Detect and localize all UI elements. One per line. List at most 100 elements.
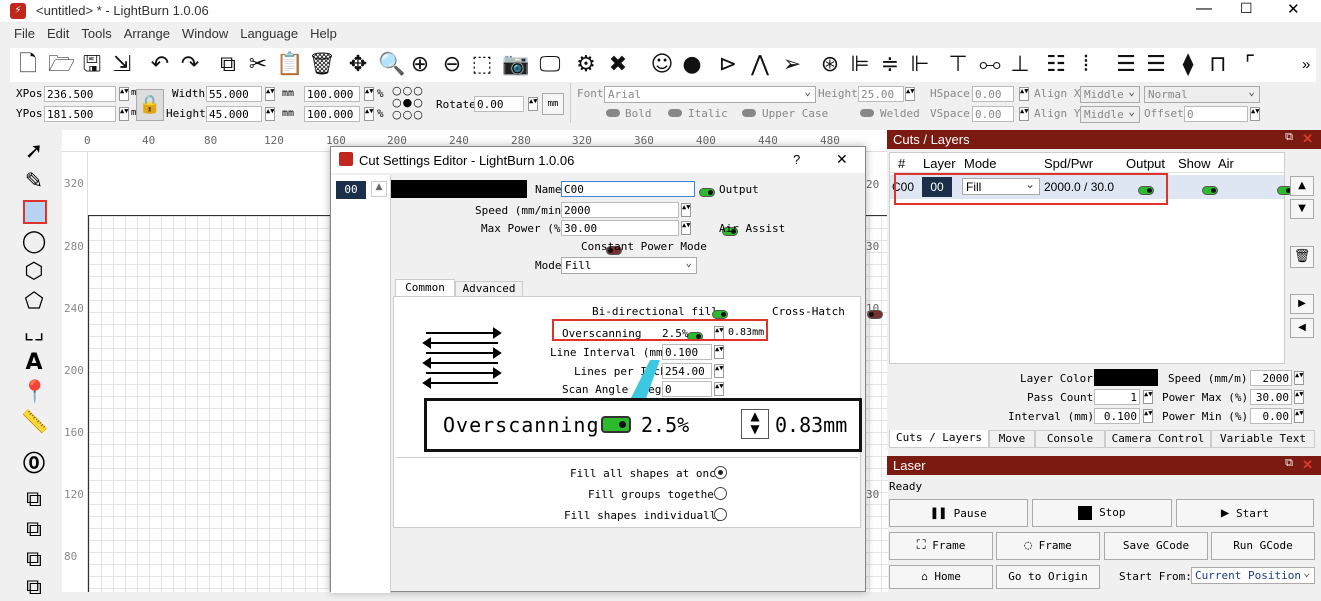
align-right-icon[interactable]: ⊩ — [908, 52, 932, 78]
ypos-input[interactable] — [44, 106, 116, 122]
save-gcode-button[interactable]: Save GCode — [1104, 532, 1208, 560]
rectangle-tool-icon[interactable] — [23, 200, 47, 224]
camera-icon[interactable]: 📷 — [502, 52, 529, 78]
align-center-icon[interactable]: ≑ — [878, 52, 902, 78]
pass-count-input[interactable] — [1094, 389, 1140, 405]
bidirectional-toggle[interactable] — [712, 309, 728, 319]
font-height-input[interactable] — [858, 86, 904, 102]
tab-advanced[interactable]: Advanced — [455, 281, 523, 297]
float-laser-panel-icon[interactable]: ⧉ — [1285, 457, 1293, 470]
select-tool-icon[interactable]: ➚ — [21, 139, 47, 165]
offset-spinner[interactable]: ▲▼ — [1250, 107, 1260, 121]
delete-icon[interactable]: 🗑 — [308, 52, 336, 78]
redo-icon[interactable]: ↷ — [178, 52, 202, 78]
power-min-input[interactable] — [1250, 408, 1292, 424]
align-top-icon[interactable]: ⊤ — [946, 52, 970, 78]
scale-width-input[interactable] — [304, 86, 360, 102]
lines-per-inch-spinner[interactable]: ▲▼ — [714, 364, 724, 378]
close-window-button[interactable]: ✕ — [1287, 0, 1300, 18]
group-icon[interactable]: ☺ — [650, 52, 674, 78]
hspace-spinner[interactable]: ▲▼ — [1019, 87, 1029, 101]
dock-c-icon[interactable]: ⧫ — [1176, 52, 1200, 78]
pause-button[interactable]: ❚❚ Pause — [889, 499, 1028, 527]
menu-help[interactable]: Help — [304, 26, 343, 41]
fill-groups-radio[interactable] — [714, 487, 727, 500]
corner-icon[interactable]: ⌜ — [1238, 52, 1262, 78]
dialog-help-button[interactable]: ? — [793, 152, 800, 167]
dock-d-icon[interactable]: ⊓ — [1206, 52, 1230, 78]
speed-input[interactable] — [561, 202, 679, 218]
go-to-origin-button[interactable]: Go to Origin — [996, 565, 1100, 589]
run-gcode-button[interactable]: Run GCode — [1211, 532, 1315, 560]
font-height-spinner[interactable]: ▲▼ — [905, 87, 915, 101]
line-tool-icon[interactable]: ⬠ — [21, 289, 47, 315]
tab-console[interactable]: Console — [1035, 430, 1105, 448]
lock-aspect-icon[interactable]: 🔒 — [136, 89, 164, 121]
interval-input[interactable] — [1094, 408, 1140, 424]
scan-angle-spinner[interactable]: ▲▼ — [714, 382, 724, 396]
offset-input[interactable] — [1184, 106, 1248, 122]
tab-variable-text[interactable]: Variable Text — [1211, 430, 1315, 448]
close-panel-icon[interactable]: ✕ — [1302, 131, 1313, 147]
hspace-input[interactable] — [972, 86, 1014, 102]
zoom-in-icon[interactable]: ⊕ — [408, 52, 432, 78]
speed-spinner[interactable]: ▲▼ — [681, 203, 691, 217]
tab-camera-control[interactable]: Camera Control — [1105, 430, 1211, 448]
move-layer-down-icon[interactable]: ▼ — [1290, 199, 1314, 219]
interval-spinner[interactable]: ▲▼ — [1143, 409, 1153, 423]
line-interval-input[interactable] — [662, 344, 712, 360]
frame-circle-button[interactable]: ◌ Frame — [996, 532, 1100, 560]
frame-rect-button[interactable]: ⛶ Frame — [889, 532, 993, 560]
align-left-icon[interactable]: ⊫ — [848, 52, 872, 78]
power-min-spinner[interactable]: ▲▼ — [1294, 409, 1304, 423]
panel-speed-input[interactable] — [1250, 370, 1292, 386]
menu-tools[interactable]: Tools — [75, 26, 117, 41]
float-panel-icon[interactable]: ⧉ — [1285, 131, 1293, 144]
menu-language[interactable]: Language — [234, 26, 304, 41]
stop-button[interactable]: Stop — [1032, 499, 1172, 527]
layer-name-input[interactable] — [561, 181, 695, 197]
union-tool-icon[interactable]: ⧉ — [21, 517, 47, 543]
open-folder-icon[interactable]: 🗁 — [48, 52, 75, 78]
dialog-list-scroll-up-icon[interactable]: ▲ — [371, 181, 387, 197]
origin-grid-icon[interactable]: ○○○ ○●○ ○○○ — [392, 85, 432, 123]
alignx-select[interactable]: Middle — [1080, 85, 1140, 103]
uppercase-toggle[interactable] — [742, 109, 756, 117]
height-input[interactable] — [206, 106, 262, 122]
expand-right-icon[interactable]: ▶ — [1290, 294, 1314, 314]
xpos-spinner[interactable]: ▲▼ — [119, 87, 129, 101]
menu-edit[interactable]: Edit — [41, 26, 75, 41]
align-bottom-icon[interactable]: ⊥ — [1008, 52, 1032, 78]
vspace-spinner[interactable]: ▲▼ — [1019, 107, 1029, 121]
undo-icon[interactable]: ↶ — [148, 52, 172, 78]
mode-select[interactable]: Fill — [561, 256, 697, 274]
zoom-frame-icon[interactable]: ⬚ — [470, 52, 494, 78]
xpos-input[interactable] — [44, 86, 116, 102]
layer-color-swatch-panel[interactable] — [1094, 369, 1158, 386]
crosshatch-toggle[interactable] — [866, 309, 883, 319]
target-icon[interactable]: ⊛ — [818, 52, 842, 78]
expand-left-icon[interactable]: ◀ — [1290, 318, 1314, 338]
text-tool-icon[interactable]: A — [21, 350, 47, 376]
polygon-tool-icon[interactable]: ⬡ — [21, 259, 47, 285]
fill-individually-radio[interactable] — [714, 508, 727, 521]
subtract-tool-icon[interactable]: ⧉ — [21, 547, 47, 573]
tab-cuts-layers[interactable]: Cuts / Layers — [889, 430, 989, 448]
ellipse-tool-icon[interactable]: ◯ — [21, 229, 47, 255]
line-interval-spinner[interactable]: ▲▼ — [714, 345, 724, 359]
max-power-spinner[interactable]: ▲▼ — [681, 221, 691, 235]
tab-move[interactable]: Move — [989, 430, 1035, 448]
dock-v-icon[interactable]: ☰ — [1144, 52, 1168, 78]
scale-height-spinner[interactable]: ▲▼ — [364, 107, 374, 121]
tab-common[interactable]: Common — [395, 279, 455, 297]
distribute-h-icon[interactable]: ☷ — [1044, 52, 1068, 78]
welded-toggle[interactable] — [860, 109, 874, 117]
home-button[interactable]: ⌂ Home — [889, 565, 993, 589]
move-icon[interactable]: ✥ — [346, 52, 370, 78]
power-max-spinner[interactable]: ▲▼ — [1294, 390, 1304, 404]
move-layer-up-icon[interactable]: ▲ — [1290, 176, 1314, 196]
bold-toggle[interactable] — [606, 109, 620, 117]
start-from-select[interactable]: Current Position — [1191, 566, 1315, 584]
new-file-icon[interactable]: 🗋 — [16, 52, 40, 78]
frame-tool-icon[interactable]: ⌞⌟ — [21, 320, 47, 346]
